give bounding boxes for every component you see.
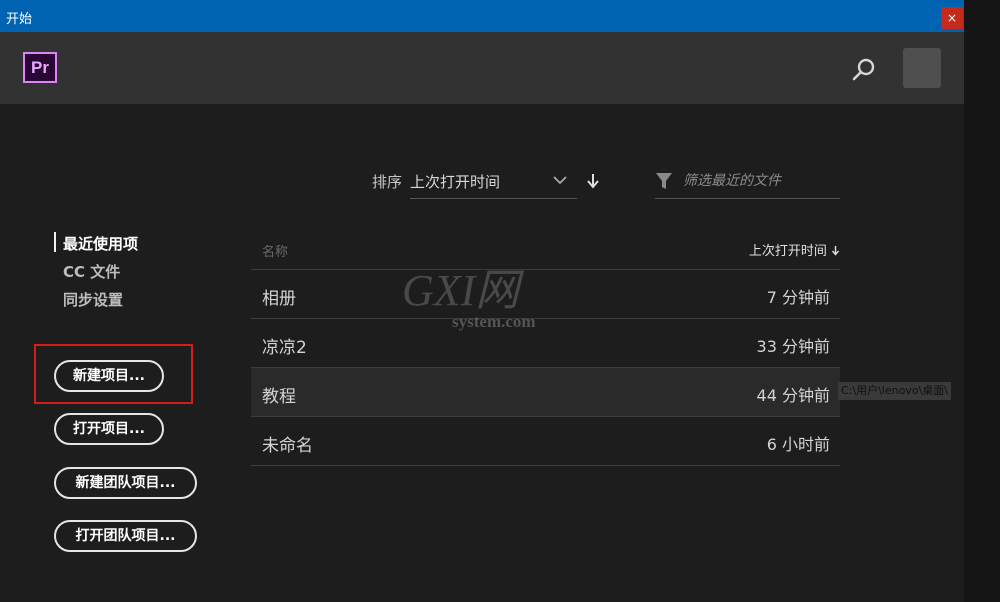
file-time: 7 分钟前 [766, 288, 830, 307]
nav-active-indicator [54, 232, 56, 252]
table-row[interactable]: 教程 44 分钟前 [251, 368, 840, 417]
user-avatar[interactable] [903, 48, 941, 88]
sort-direction-button[interactable] [586, 172, 600, 194]
file-name: 相册 [262, 289, 296, 309]
search-button[interactable] [850, 55, 878, 83]
nav-item-cc-files[interactable]: CC 文件 [63, 261, 120, 282]
chevron-down-icon [553, 176, 567, 185]
open-team-project-button[interactable]: 打开团队项目... [54, 520, 197, 552]
watermark-logo: GXI网 system.com [402, 266, 536, 331]
column-header-last-opened[interactable]: 上次打开时间 [749, 240, 840, 259]
file-name: 教程 [262, 387, 296, 407]
watermark-small-text: system.com [452, 312, 536, 331]
app-header [0, 32, 964, 104]
file-name: 凉凉2 [262, 338, 307, 358]
sort-label: 排序 [372, 173, 403, 191]
nav-item-recent[interactable]: 最近使用项 [63, 233, 138, 254]
table-row[interactable]: 未命名 6 小时前 [251, 417, 840, 466]
close-button[interactable]: × [941, 7, 963, 29]
open-project-button[interactable]: 打开项目... [54, 413, 164, 445]
watermark-big-text: GXI网 [402, 266, 524, 315]
background-strip [964, 0, 1000, 602]
nav-item-sync-settings[interactable]: 同步设置 [63, 289, 123, 310]
sort-selected-value: 上次打开时间 [410, 173, 501, 191]
sort-dropdown[interactable]: 上次打开时间 [410, 164, 577, 199]
new-team-project-button[interactable]: 新建团队项目... [54, 467, 197, 499]
premiere-logo: Pr [23, 52, 57, 83]
column-header-name[interactable]: 名称 [262, 241, 288, 260]
filter-input[interactable] [681, 168, 840, 194]
filter-icon [656, 173, 672, 189]
file-time: 44 分钟前 [756, 386, 830, 405]
table-header: 名称 上次打开时间 [251, 228, 840, 270]
window-title: 开始 [6, 12, 33, 27]
new-project-button[interactable]: 新建项目... [54, 360, 164, 392]
file-name: 未命名 [262, 436, 313, 456]
column-header-last-opened-label: 上次打开时间 [748, 244, 827, 259]
file-time: 33 分钟前 [756, 337, 830, 356]
filter-field[interactable] [655, 164, 840, 199]
file-time: 6 小时前 [766, 435, 830, 454]
path-tooltip: C:\用户\lenovo\桌面\ [838, 382, 951, 400]
search-icon [852, 58, 875, 81]
sort-arrow-icon [831, 246, 840, 256]
window-title-bar: 开始 × [0, 0, 964, 32]
arrow-down-icon [587, 174, 599, 189]
